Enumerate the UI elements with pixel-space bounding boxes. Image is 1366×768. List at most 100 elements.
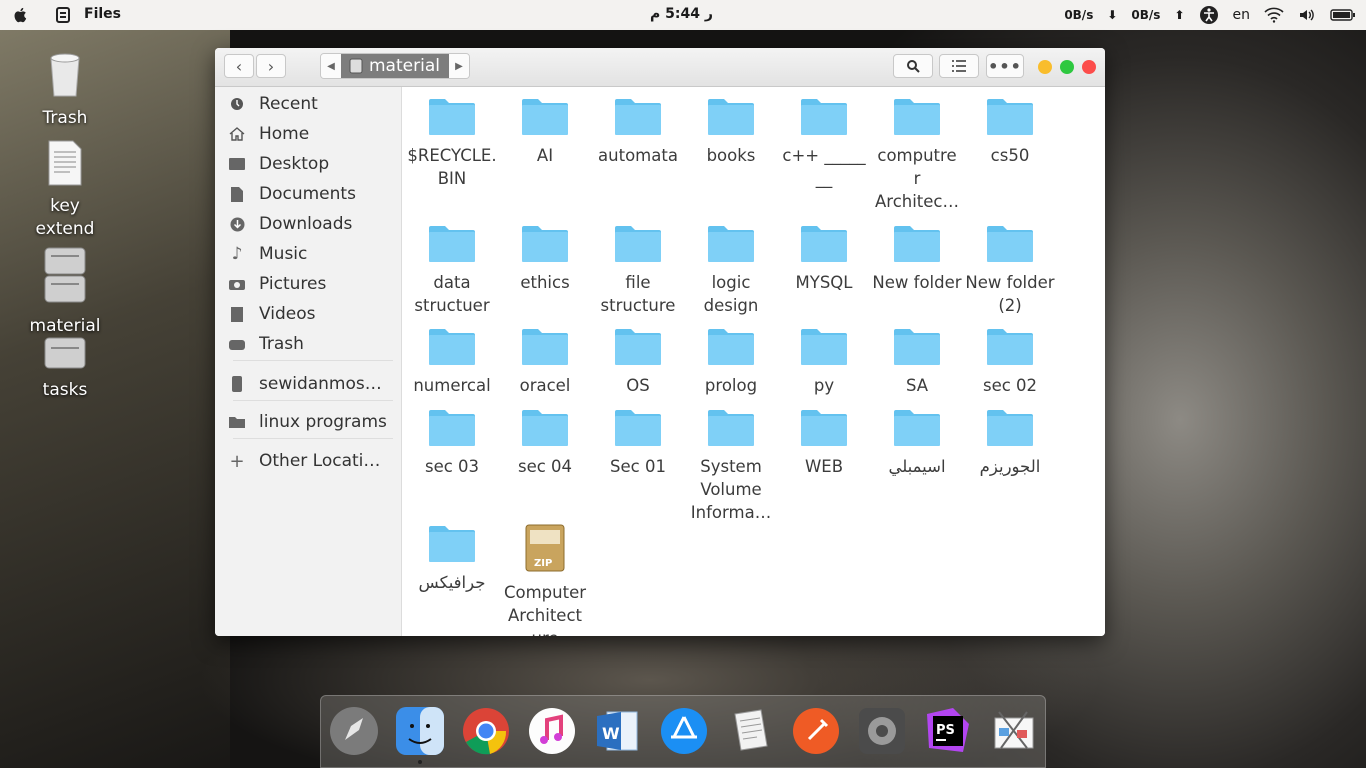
folder-item[interactable]: sec 02 <box>965 327 1055 397</box>
folder-icon <box>987 99 1033 135</box>
folder-item[interactable]: data structuer <box>407 224 497 317</box>
folder-icon <box>987 226 1033 262</box>
sidebar-divider <box>233 360 393 361</box>
folder-icon <box>708 329 754 365</box>
file-name: py <box>813 376 835 395</box>
app-store-icon[interactable] <box>659 706 709 756</box>
sidebar-item-documents[interactable]: Documents <box>215 181 402 207</box>
view-list-button[interactable] <box>939 54 979 78</box>
folder-item[interactable]: اسيمبلي <box>872 408 962 478</box>
desktop-item-trash[interactable]: Trash <box>20 50 110 130</box>
phpstorm-icon[interactable]: PS <box>923 706 973 756</box>
folder-item[interactable]: py <box>779 327 869 397</box>
close-button[interactable] <box>1082 60 1096 74</box>
folder-item[interactable]: OS <box>593 327 683 397</box>
volume-icon[interactable] <box>1298 7 1316 23</box>
folder-item[interactable]: MYSQL <box>779 224 869 294</box>
folder-item[interactable]: automata <box>593 97 683 167</box>
folder-item[interactable]: Sec 01 <box>593 408 683 478</box>
text-editor-icon[interactable] <box>725 706 775 756</box>
sidebar-item-label: linux programs <box>259 412 387 432</box>
postman-icon[interactable] <box>791 706 841 756</box>
folder-item[interactable]: books <box>686 97 776 167</box>
maximize-button[interactable] <box>1060 60 1074 74</box>
zip-file-item[interactable]: ZIP Computer Architect ure <box>500 524 590 636</box>
active-app-name[interactable]: Files <box>84 6 121 22</box>
screenshot-tool-icon[interactable] <box>989 706 1039 756</box>
launchpad-icon[interactable] <box>329 706 379 756</box>
file-name: اسيمبلي <box>888 457 946 476</box>
folder-item[interactable]: New folder (2) <box>965 224 1055 317</box>
sidebar-item-home[interactable]: Home <box>215 121 402 147</box>
folder-item[interactable]: sec 03 <box>407 408 497 478</box>
search-button[interactable] <box>893 54 933 78</box>
sidebar-item-downloads[interactable]: Downloads <box>215 211 402 237</box>
sidebar-item-recent[interactable]: Recent <box>215 91 402 117</box>
folder-item[interactable]: ethics <box>500 224 590 294</box>
sidebar-item-drive[interactable]: sewidanmost… <box>215 371 402 397</box>
folder-icon <box>615 226 661 262</box>
sidebar-item-desktop[interactable]: Desktop <box>215 151 402 177</box>
sidebar-item-music[interactable]: ♪ Music <box>215 241 402 267</box>
menu-button[interactable]: ••• <box>986 54 1024 78</box>
folder-icon <box>987 329 1033 365</box>
folder-item[interactable]: oracel <box>500 327 590 397</box>
desktop-item-tasks[interactable]: tasks <box>20 336 110 402</box>
upload-arrow-icon: ⬆ <box>1174 8 1185 22</box>
folder-item[interactable]: SA <box>872 327 962 397</box>
music-app-icon[interactable] <box>527 706 577 756</box>
sidebar-item-linux-programs[interactable]: linux programs <box>215 409 402 435</box>
breadcrumb-left-arrow-icon[interactable]: ◀ <box>321 54 341 78</box>
folder-item[interactable]: جرافيكس <box>407 524 497 594</box>
battery-icon[interactable] <box>1330 8 1356 22</box>
finder-icon[interactable] <box>395 706 445 756</box>
forward-button[interactable]: › <box>256 54 286 78</box>
wifi-icon[interactable] <box>1264 7 1284 23</box>
sidebar-item-videos[interactable]: Videos <box>215 301 402 327</box>
folder-item[interactable]: AI <box>500 97 590 167</box>
folder-item[interactable]: c++ _____ __ <box>779 97 869 190</box>
folder-item[interactable]: $RECYCLE.BIN <box>407 97 497 190</box>
folder-item[interactable]: New folder <box>872 224 962 294</box>
clock[interactable]: ر 5:44 م <box>650 6 713 22</box>
folder-item[interactable]: System Volume Informa… <box>686 408 776 524</box>
folder-item[interactable]: cs50 <box>965 97 1055 167</box>
folder-icon <box>801 226 847 262</box>
folder-item[interactable]: file structure <box>593 224 683 317</box>
chrome-icon[interactable] <box>461 706 511 756</box>
folder-icon <box>522 99 568 135</box>
breadcrumb-current[interactable]: material <box>341 54 449 78</box>
file-name: sec 02 <box>982 376 1038 395</box>
folder-item[interactable]: WEB <box>779 408 869 478</box>
sidebar-item-other-locations[interactable]: + Other Locations <box>215 448 402 474</box>
folder-item[interactable]: computre r Architec… <box>872 97 962 213</box>
folder-item[interactable]: prolog <box>686 327 776 397</box>
folder-item[interactable]: logic design <box>686 224 776 317</box>
minimize-button[interactable] <box>1038 60 1052 74</box>
desktop-item-material[interactable]: material <box>20 246 110 338</box>
folder-icon <box>894 410 940 446</box>
music-icon: ♪ <box>231 244 243 264</box>
word-icon[interactable]: W <box>593 706 643 756</box>
sidebar-item-trash[interactable]: Trash <box>215 331 402 357</box>
folder-icon <box>987 410 1033 446</box>
accessibility-icon[interactable] <box>1199 5 1219 25</box>
folder-item[interactable]: numercal <box>407 327 497 397</box>
settings-icon[interactable] <box>857 706 907 756</box>
desktop-item-key-extend-linux[interactable]: key extend linux <box>20 140 110 241</box>
apple-menu-icon[interactable] <box>12 6 30 24</box>
folder-item[interactable]: الجوريزم <box>965 408 1055 478</box>
file-name: automata <box>598 146 678 165</box>
file-name: numercal <box>413 376 491 395</box>
back-button[interactable]: ‹ <box>224 54 254 78</box>
sidebar-item-pictures[interactable]: Pictures <box>215 271 402 297</box>
sidebar-item-label: sewidanmost… <box>259 374 387 394</box>
breadcrumb-right-arrow-icon[interactable]: ▶ <box>449 54 469 78</box>
folder-icon <box>708 226 754 262</box>
language-indicator[interactable]: en <box>1233 7 1251 23</box>
folder-item[interactable]: sec 04 <box>500 408 590 478</box>
sidebar-item-label: Videos <box>259 304 316 324</box>
folder-icon <box>708 410 754 446</box>
file-name: c++ _____ __ <box>782 146 866 188</box>
file-name: data structuer <box>414 273 490 315</box>
